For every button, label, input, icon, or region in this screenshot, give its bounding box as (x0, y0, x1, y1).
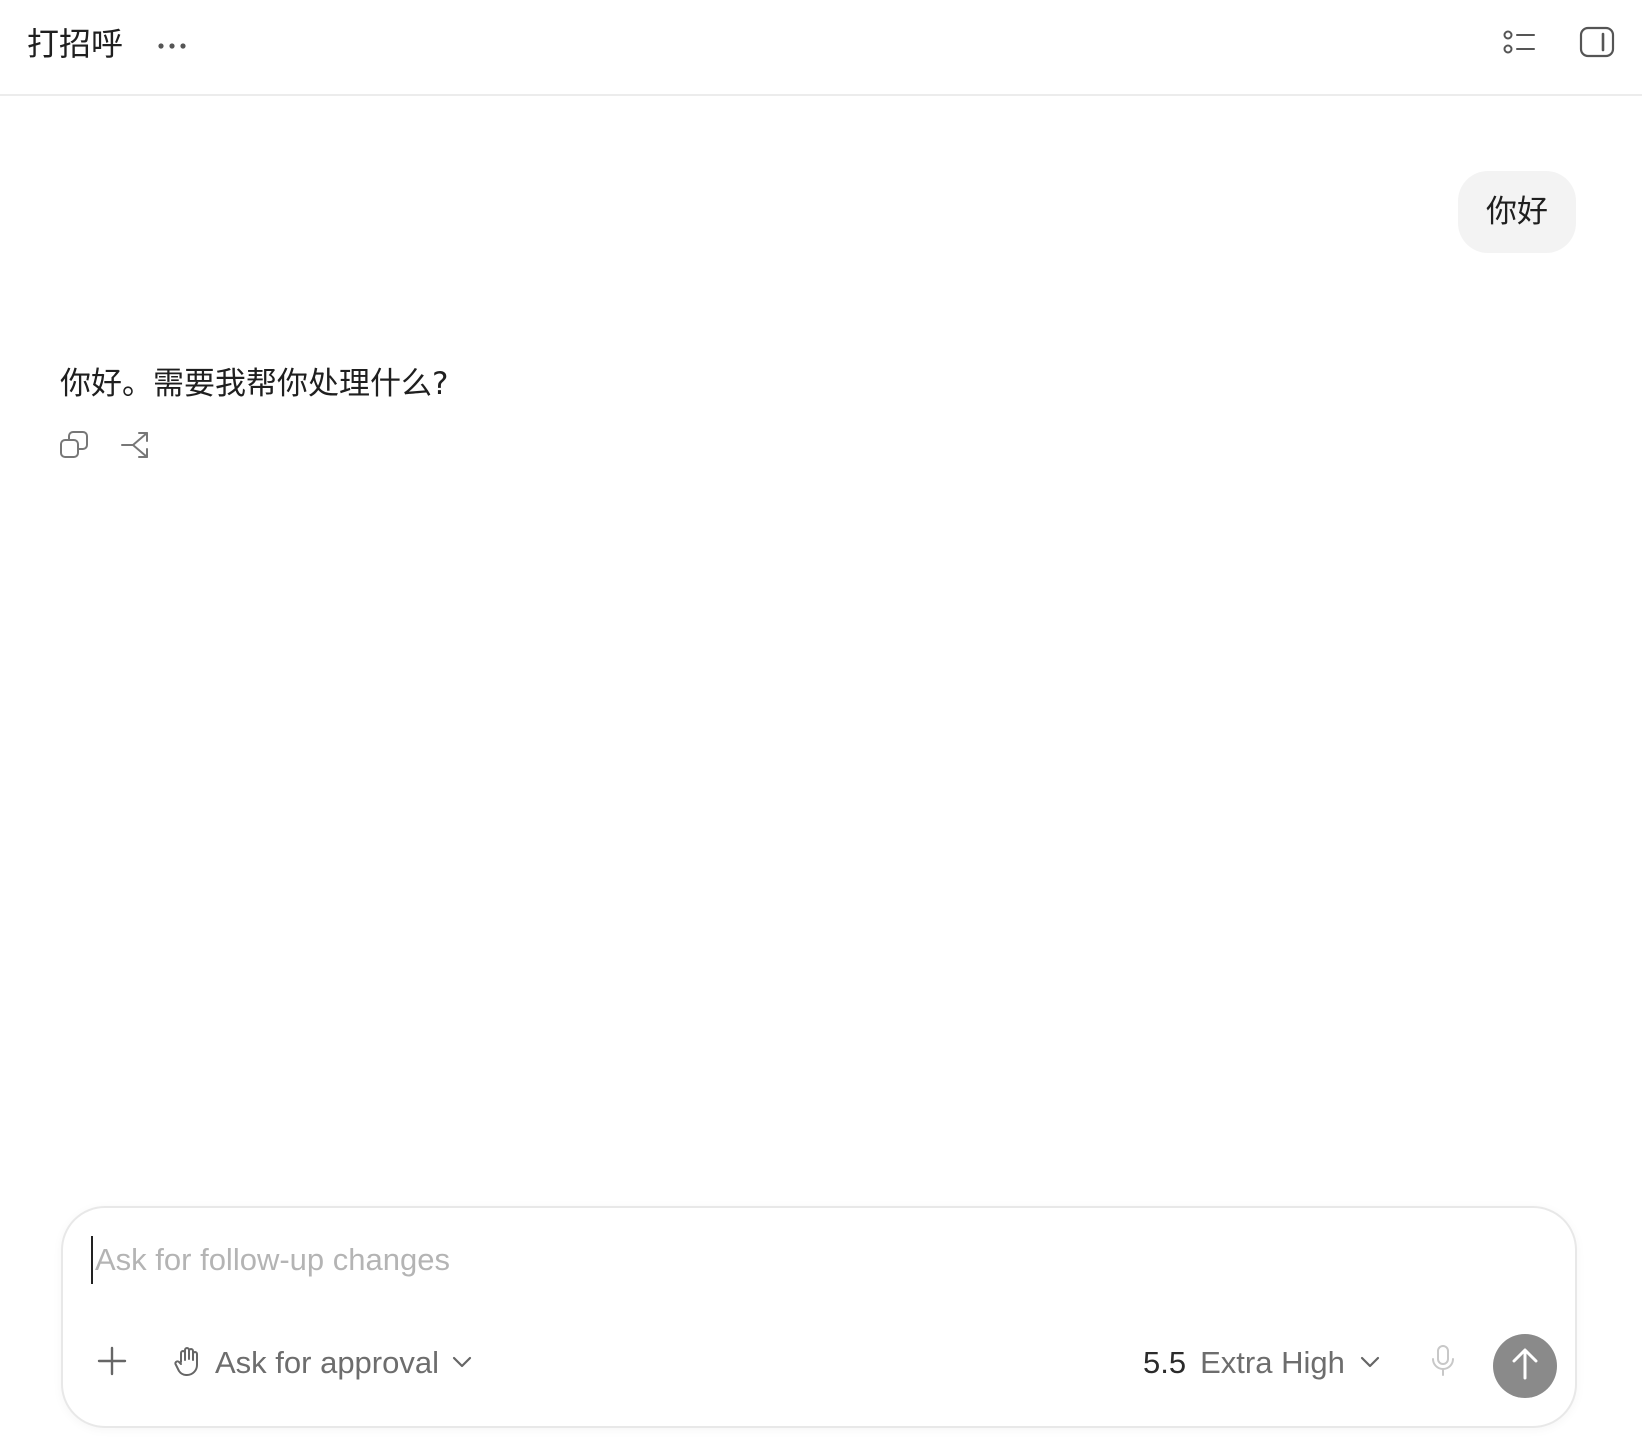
reasoning-effort-label: Extra High (1200, 1345, 1345, 1380)
assistant-message-actions (56, 428, 154, 466)
send-button[interactable] (1493, 1334, 1557, 1398)
mic-icon (1430, 1344, 1456, 1382)
hand-icon (173, 1345, 203, 1381)
user-message-bubble: 你好 (1458, 171, 1576, 253)
copy-icon (59, 430, 89, 464)
assistant-message: 你好。需要我帮你处理什么? (60, 366, 449, 402)
top-bar: 打招呼 (0, 0, 1642, 96)
task-list-button[interactable] (1497, 24, 1541, 64)
conversation-title: 打招呼 (27, 25, 124, 63)
branch-icon (120, 429, 152, 465)
message-composer: Ask for approval 5.5 Extra High (61, 1206, 1577, 1428)
branch-button[interactable] (118, 428, 154, 466)
approval-mode-dropdown[interactable]: Ask for approval (173, 1338, 473, 1388)
panel-toggle-icon (1579, 26, 1615, 62)
chevron-down-icon (451, 1354, 473, 1373)
voice-input-button[interactable] (1421, 1340, 1465, 1386)
copy-button[interactable] (56, 428, 92, 466)
follow-up-input[interactable] (91, 1236, 1535, 1284)
add-attachment-button[interactable] (91, 1342, 133, 1384)
arrow-up-icon (1510, 1347, 1540, 1385)
ellipsis-icon (157, 35, 187, 54)
more-options-button[interactable] (152, 26, 192, 62)
toggle-panel-button[interactable] (1575, 24, 1619, 64)
plus-icon (96, 1345, 128, 1381)
model-version-label: 5.5 (1143, 1345, 1187, 1380)
list-icon (1502, 27, 1536, 61)
model-selector-dropdown[interactable]: 5.5 Extra High (1143, 1338, 1381, 1388)
chevron-down-icon (1359, 1354, 1381, 1373)
approval-mode-label: Ask for approval (215, 1345, 439, 1380)
chat-window: 打招呼 你好 你好。需要我帮你处理什么? Ask for follow-up c… (0, 0, 1642, 1456)
